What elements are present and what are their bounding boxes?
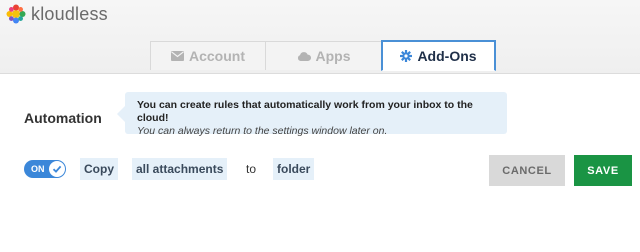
tab-apps[interactable]: Apps	[265, 41, 382, 70]
cancel-button[interactable]: CANCEL	[489, 155, 565, 186]
rule-destination-chip[interactable]: folder	[273, 158, 315, 180]
automation-label: Automation	[24, 110, 102, 126]
rule-connector: to	[246, 162, 257, 176]
rule-action-chip[interactable]: Copy	[80, 158, 118, 180]
save-button[interactable]: SAVE	[574, 155, 632, 186]
settings-tabs: Account Apps Add-Ons	[150, 40, 496, 71]
rule-toggle[interactable]: ON	[24, 160, 66, 178]
tab-apps-label: Apps	[315, 48, 351, 64]
cloud-icon	[297, 51, 311, 61]
kloudless-logo-icon	[6, 4, 26, 24]
tab-account-label: Account	[189, 48, 245, 64]
header-band: kloudless Account Apps Add-Ons	[0, 0, 640, 74]
automation-tip: You can create rules that automatically …	[117, 92, 507, 137]
tip-main-text: You can create rules that automatically …	[137, 99, 473, 124]
check-icon	[49, 161, 65, 177]
tab-add-ons-label: Add-Ons	[417, 48, 477, 64]
app-logo[interactable]: kloudless	[6, 3, 108, 25]
tab-add-ons[interactable]: Add-Ons	[381, 40, 496, 71]
toggle-label: ON	[31, 164, 45, 174]
tab-account[interactable]: Account	[150, 41, 266, 70]
gear-icon	[400, 50, 413, 62]
app-name: kloudless	[31, 3, 108, 24]
envelope-icon	[171, 51, 184, 61]
rule-target-chip[interactable]: all attachments	[132, 158, 228, 180]
tip-sub-text: You can always return to the settings wi…	[137, 125, 388, 137]
